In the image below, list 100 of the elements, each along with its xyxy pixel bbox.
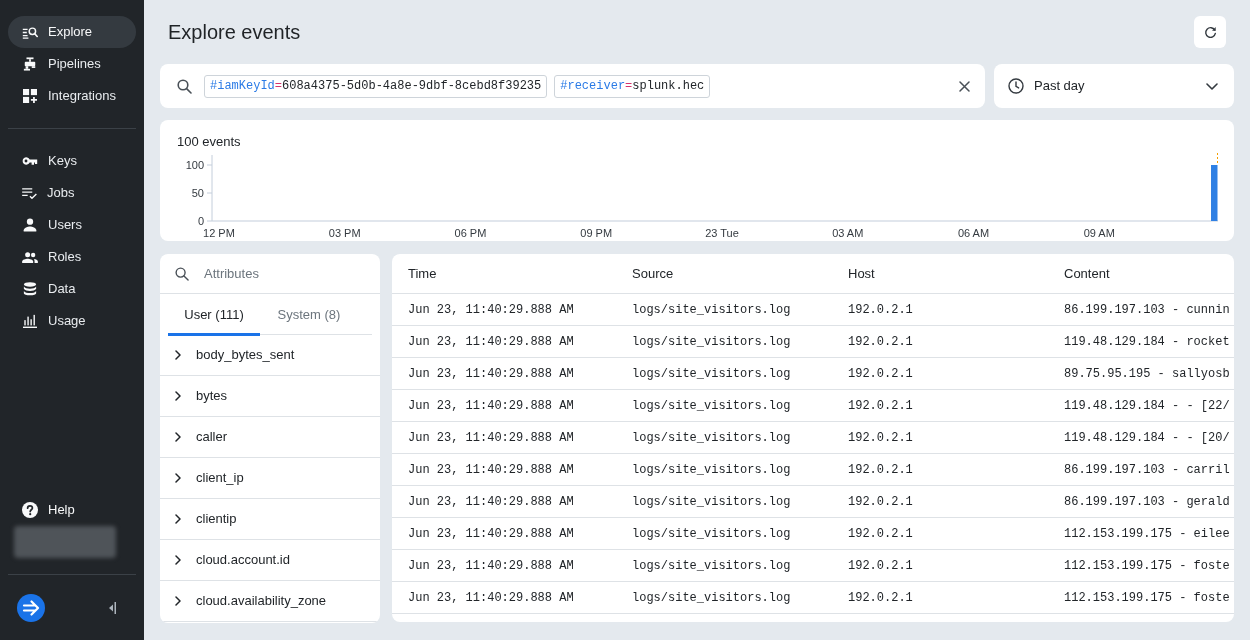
axis-tick-label: 23 Tue bbox=[705, 227, 739, 239]
axis-tick-label: 03 AM bbox=[832, 227, 864, 239]
nav-item[interactable]: Roles bbox=[8, 241, 136, 273]
search-field[interactable]: #iamKeyId=608a4375-5d0b-4a8e-9dbf-8cebd8f39235 #receiver=splunk.hec bbox=[160, 64, 985, 108]
help-link[interactable]: Help bbox=[8, 494, 136, 526]
table-cell-text: logs/site_visitors.log bbox=[632, 493, 791, 511]
person-icon bbox=[23, 218, 37, 232]
table-cell-text: 192.0.2.1 bbox=[848, 589, 913, 607]
table-cell-text: Jun 23, 11:40:29.888 AM bbox=[408, 461, 574, 479]
faucet-icon bbox=[23, 57, 37, 71]
axis-tick-label: 09 PM bbox=[580, 227, 613, 239]
table-cell-text: 192.0.2.1 bbox=[848, 365, 913, 383]
time-range-dropdown[interactable]: Past day bbox=[994, 64, 1234, 108]
current-time-line bbox=[1217, 152, 1218, 165]
chevron-down-icon bbox=[1206, 82, 1218, 90]
clock-icon bbox=[1008, 78, 1024, 94]
key-icon bbox=[22, 157, 38, 165]
table-cell-text: logs/site_visitors.log bbox=[632, 397, 791, 415]
table-cell-text: Jun 23, 11:40:29.888 AM bbox=[408, 365, 574, 383]
tab[interactable]: System (8) bbox=[260, 294, 358, 336]
table-cell-text: 192.0.2.1 bbox=[848, 429, 913, 447]
attribute-item[interactable]: clientip bbox=[160, 499, 380, 540]
chevron-right-icon bbox=[175, 432, 181, 442]
table-cell-text: 119.48.129.184 - - [20/ bbox=[1064, 429, 1230, 447]
chevron-right-icon bbox=[175, 391, 181, 401]
table-cell-text: 192.0.2.1 bbox=[848, 301, 913, 319]
table-cell-text: 192.0.2.1 bbox=[848, 493, 913, 511]
nav-item[interactable]: Keys bbox=[8, 145, 136, 177]
database-icon bbox=[23, 282, 37, 296]
table-cell-text: 192.0.2.1 bbox=[848, 557, 913, 575]
column-header: Time bbox=[408, 264, 437, 283]
table-cell-text: Jun 23, 11:40:29.888 AM bbox=[408, 557, 574, 575]
column-header: Host bbox=[848, 264, 875, 283]
chevron-right-icon bbox=[175, 350, 181, 360]
grid-plus-icon bbox=[23, 89, 37, 103]
table-cell-text: 86.199.197.103 - gerald bbox=[1064, 493, 1230, 511]
nav-item[interactable]: Jobs bbox=[8, 177, 136, 209]
table-cell-text: logs/site_visitors.log bbox=[632, 333, 791, 351]
chevron-right-icon bbox=[175, 473, 181, 483]
nav-item[interactable]: Data bbox=[8, 273, 136, 305]
axis-tick-label: 50 bbox=[191, 187, 204, 199]
attribute-item[interactable]: client_ip bbox=[160, 458, 380, 499]
table-cell-text: 119.48.129.184 - rocket bbox=[1064, 333, 1230, 351]
refresh-button[interactable] bbox=[1194, 16, 1226, 48]
table-cell-text: 119.48.129.184 - - [22/ bbox=[1064, 397, 1230, 415]
table-cell-text: Jun 23, 11:40:29.888 AM bbox=[408, 429, 574, 447]
table-cell-text: Jun 23, 11:40:29.888 AM bbox=[408, 301, 574, 319]
nav-item[interactable]: Usage bbox=[8, 305, 136, 337]
table-cell-text: logs/site_visitors.log bbox=[632, 365, 791, 383]
table-cell-text: 112.153.199.175 - eilee bbox=[1064, 525, 1230, 543]
axis-tick-label: 06 PM bbox=[454, 227, 487, 239]
bar-chart-icon bbox=[23, 314, 37, 328]
attribute-item[interactable]: bytes bbox=[160, 376, 380, 417]
nav-item[interactable]: Pipelines bbox=[8, 48, 136, 80]
close-icon bbox=[958, 80, 970, 92]
tab[interactable]: User (111) bbox=[168, 294, 260, 336]
table-cell-text: 86.199.197.103 - cunnin bbox=[1064, 301, 1230, 319]
search-icon bbox=[175, 266, 189, 281]
attribute-item[interactable]: caller bbox=[160, 417, 380, 458]
axis-tick-label: 12 PM bbox=[203, 227, 235, 239]
table-cell-text: logs/site_visitors.log bbox=[632, 589, 791, 607]
histogram-bar bbox=[1211, 165, 1218, 221]
table-cell-text: logs/site_visitors.log bbox=[632, 461, 791, 479]
nav-item[interactable]: Integrations bbox=[8, 80, 136, 112]
filter-token[interactable]: #iamKeyId=608a4375-5d0b-4a8e-9dbf-8cebd8f39235 bbox=[204, 74, 548, 98]
table-cell-text: logs/site_visitors.log bbox=[632, 557, 791, 575]
help-icon bbox=[22, 502, 38, 518]
nav-item[interactable]: Explore bbox=[8, 16, 136, 48]
attribute-item[interactable]: body_bytes_sent bbox=[160, 335, 380, 376]
chevron-right-icon bbox=[175, 596, 181, 606]
search-icon bbox=[177, 78, 192, 94]
table-cell-text: 86.199.197.103 - carril bbox=[1064, 461, 1230, 479]
people-icon bbox=[22, 251, 38, 263]
table-cell-text: 192.0.2.1 bbox=[848, 525, 913, 543]
table-cell-text: logs/site_visitors.log bbox=[632, 525, 791, 543]
table-cell-text: 89.75.95.195 - sallyosb bbox=[1064, 365, 1230, 383]
axis-tick-label: 100 bbox=[185, 159, 204, 171]
table-cell-text: logs/site_visitors.log bbox=[632, 301, 791, 319]
refresh-icon bbox=[1203, 25, 1217, 39]
attribute-item[interactable]: cloud.availability_zone bbox=[160, 581, 380, 622]
table-cell-text: logs/site_visitors.log bbox=[632, 429, 791, 447]
chevron-right-icon bbox=[175, 514, 181, 524]
search-list-icon bbox=[22, 25, 38, 39]
arrow-logo-icon[interactable] bbox=[17, 593, 45, 622]
axis-tick-label: 09 AM bbox=[1083, 227, 1115, 239]
nav-item[interactable]: Users bbox=[8, 209, 136, 241]
table-cell-text: Jun 23, 11:40:29.888 AM bbox=[408, 493, 574, 511]
chevron-right-icon bbox=[175, 555, 181, 565]
attribute-search-field[interactable]: Attributes bbox=[204, 257, 372, 290]
attribute-item[interactable]: cloud.account.id bbox=[160, 540, 380, 581]
table-cell-text: 192.0.2.1 bbox=[848, 333, 913, 351]
filter-token[interactable]: #receiver=splunk.hec bbox=[554, 74, 711, 98]
page-title: Explore events bbox=[167, 20, 301, 45]
y-axis bbox=[206, 154, 213, 222]
table-cell-text: Jun 23, 11:40:29.888 AM bbox=[408, 589, 574, 607]
collapse-icon[interactable] bbox=[109, 601, 116, 614]
table-cell-text: 112.153.199.175 - foste bbox=[1064, 589, 1230, 607]
axis-tick-label: 03 PM bbox=[328, 227, 361, 239]
column-header: Source bbox=[632, 264, 674, 283]
column-header: Content bbox=[1064, 264, 1110, 283]
